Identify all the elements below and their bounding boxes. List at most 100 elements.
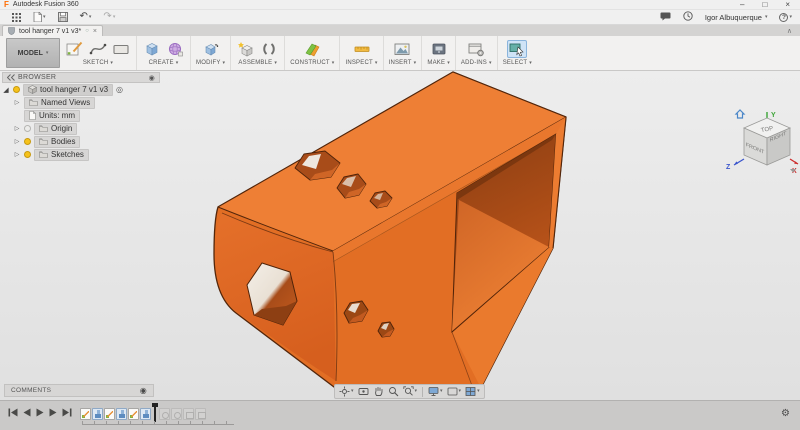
tab-sync-icon: ○ xyxy=(85,28,89,34)
ribbon-group-modify-menu[interactable]: MODIFY ▾ xyxy=(196,60,225,66)
document-tab[interactable]: tool hanger 7 v1 v3* ○ × xyxy=(2,25,103,36)
named-views-expand-icon[interactable]: ▷ xyxy=(13,99,21,106)
axis-z-label: Z xyxy=(726,164,731,171)
timeline-feature-sketch-1[interactable] xyxy=(80,408,91,420)
file-menu-button[interactable]: ▾ xyxy=(33,12,46,22)
measure-icon[interactable] xyxy=(352,40,372,58)
ribbon-group-construct-menu[interactable]: CONSTRUCT ▾ xyxy=(290,60,334,66)
timeline-play-button[interactable] xyxy=(36,408,44,417)
timeline-feature-sketch-2[interactable] xyxy=(104,408,115,420)
browser-header[interactable]: BROWSER ◉ xyxy=(2,72,160,83)
sketches-expand-icon[interactable]: ▷ xyxy=(13,151,21,158)
navigation-bar: ▾ ▾ ▾ ▾ ▾ xyxy=(334,384,485,399)
ribbon-group-inspect: INSPECT ▾ xyxy=(340,36,383,70)
maximize-button[interactable]: □ xyxy=(762,1,767,9)
root-expand-icon[interactable]: ◢ xyxy=(2,86,10,94)
timeline-feature-inactive-4[interactable] xyxy=(195,408,206,420)
orbit-button[interactable]: ▾ xyxy=(338,386,355,397)
component-cube-icon xyxy=(28,85,37,94)
display-settings-button[interactable]: ▾ xyxy=(427,386,444,397)
grid-layout-button[interactable]: ▾ xyxy=(446,386,463,397)
help-menu-button[interactable]: ? ▾ xyxy=(779,13,792,22)
create-sketch-icon[interactable] xyxy=(65,40,85,58)
pan-button[interactable] xyxy=(372,386,385,397)
add-ins-icon[interactable] xyxy=(466,40,486,58)
construction-plane-icon[interactable] xyxy=(302,40,322,58)
timeline-go-to-end-button[interactable] xyxy=(62,408,72,417)
select-icon[interactable] xyxy=(507,40,527,58)
notifications-icon[interactable] xyxy=(660,12,671,23)
app-grid-icon[interactable] xyxy=(12,13,21,22)
ribbon-group-assemble-menu[interactable]: ASSEMBLE ▾ xyxy=(238,60,277,66)
extrude-icon[interactable] xyxy=(142,40,162,58)
new-component-icon[interactable] xyxy=(236,40,256,58)
toolbar-collapse-chevron[interactable]: ∧ xyxy=(787,27,792,36)
user-account-menu[interactable]: Igor Albuquerque ▾ xyxy=(705,13,768,22)
addins-caret: ▾ xyxy=(489,61,492,66)
browser-item-sketches[interactable]: ▷ Sketches xyxy=(2,148,160,161)
root-visibility-bulb[interactable] xyxy=(13,86,20,93)
fit-button[interactable]: ▾ xyxy=(402,386,419,397)
origin-visibility-bulb[interactable] xyxy=(24,125,31,132)
make-icon[interactable] xyxy=(429,40,449,58)
browser-options-icon[interactable]: ◉ xyxy=(149,74,155,82)
view-cube[interactable]: Y TOP FRONT RIGHT Z X xyxy=(722,109,800,175)
timeline-settings-gear-icon[interactable]: ⚙ xyxy=(781,409,790,419)
job-status-icon[interactable] xyxy=(683,11,693,23)
origin-expand-icon[interactable]: ▷ xyxy=(13,125,21,132)
ribbon-group-make-menu[interactable]: MAKE ▾ xyxy=(427,60,450,66)
ribbon-group-create-menu[interactable]: CREATE ▾ xyxy=(149,60,179,66)
look-at-button[interactable] xyxy=(357,386,370,397)
ribbon-group-select-menu[interactable]: SELECT ▾ xyxy=(503,60,532,66)
browser-item-origin[interactable]: ▷ Origin xyxy=(2,122,160,135)
bodies-expand-icon[interactable]: ▷ xyxy=(13,138,21,145)
sketches-visibility-bulb[interactable] xyxy=(24,151,31,158)
timeline-go-to-start-button[interactable] xyxy=(8,408,18,417)
close-button[interactable]: × xyxy=(785,1,790,9)
ribbon-group-create: CREATE ▾ xyxy=(137,36,191,70)
browser-collapse-icon[interactable] xyxy=(7,74,15,81)
undo-button[interactable]: ↶ ▾ xyxy=(80,12,92,22)
browser-panel: BROWSER ◉ ◢ tool hanger 7 v1 v3 ◎ ▷ Name… xyxy=(2,72,160,161)
timeline-step-back-button[interactable] xyxy=(23,408,31,417)
timeline-feature-sketch-3[interactable] xyxy=(128,408,139,420)
timeline-feature-track xyxy=(80,406,206,422)
browser-item-units[interactable]: Units: mm xyxy=(2,109,160,122)
insert-image-icon[interactable] xyxy=(392,40,412,58)
ribbon-group-inspect-menu[interactable]: INSPECT ▾ xyxy=(345,60,377,66)
browser-root-row[interactable]: ◢ tool hanger 7 v1 v3 ◎ xyxy=(2,83,160,96)
redo-button[interactable]: ↷ ▾ xyxy=(103,12,115,22)
rectangle-icon[interactable] xyxy=(111,40,131,58)
timeline-feature-inactive-3[interactable] xyxy=(183,408,194,420)
minimize-button[interactable]: – xyxy=(740,1,744,9)
browser-item-bodies[interactable]: ▷ Bodies xyxy=(2,135,160,148)
form-icon[interactable] xyxy=(165,40,185,58)
comments-toggle-icon[interactable]: ◉ xyxy=(140,387,147,395)
zoom-button[interactable] xyxy=(387,386,400,397)
browser-item-named-views[interactable]: ▷ Named Views xyxy=(2,96,160,109)
ribbon-group-insert-menu[interactable]: INSERT ▾ xyxy=(389,60,417,66)
press-pull-icon[interactable] xyxy=(201,40,221,58)
title-bar: F Autodesk Fusion 360 – □ × xyxy=(0,0,800,10)
comments-panel[interactable]: COMMENTS ◉ xyxy=(4,384,154,397)
root-activate-icon[interactable]: ◎ xyxy=(116,86,123,94)
timeline-position-marker[interactable] xyxy=(154,406,156,422)
ribbon-group-addins: ADD-INS ▾ xyxy=(456,36,498,70)
timeline-feature-extrude-1[interactable] xyxy=(92,408,103,420)
bodies-visibility-bulb[interactable] xyxy=(24,138,31,145)
save-button[interactable] xyxy=(58,12,68,22)
timeline-feature-extrude-3[interactable] xyxy=(140,408,151,420)
spline-icon[interactable] xyxy=(88,40,108,58)
timeline-feature-inactive-1[interactable] xyxy=(159,408,170,420)
tab-close-button[interactable]: × xyxy=(93,28,97,35)
timeline-step-forward-button[interactable] xyxy=(49,408,57,417)
viewports-button[interactable]: ▾ xyxy=(464,386,481,397)
ribbon-group-addins-menu[interactable]: ADD-INS ▾ xyxy=(461,60,492,66)
workspace-selector[interactable]: MODEL ▾ xyxy=(6,38,60,68)
home-view-icon[interactable] xyxy=(736,110,744,118)
ribbon-group-sketch-menu[interactable]: SKETCH ▾ xyxy=(83,60,113,66)
timeline-feature-extrude-2[interactable] xyxy=(116,408,127,420)
timeline-feature-inactive-2[interactable] xyxy=(171,408,182,420)
browser-title: BROWSER xyxy=(18,74,56,81)
joint-icon[interactable] xyxy=(259,40,279,58)
